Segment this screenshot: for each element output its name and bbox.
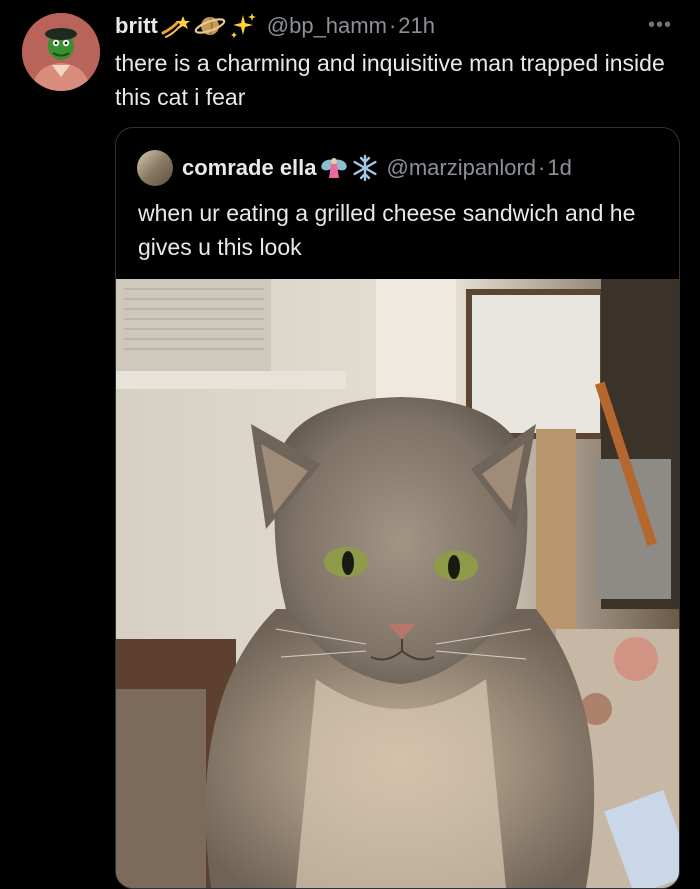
quoted-author-avatar [137, 150, 173, 186]
quoted-tweet-header: comrade ella @marzipanlord · 1d [137, 148, 572, 188]
quoted-tweet[interactable]: comrade ella @marzipanlord · 1d when ur … [115, 127, 680, 889]
saturn-icon [194, 12, 226, 40]
more-options-icon[interactable]: ••• [648, 14, 672, 37]
quoted-author-name: comrade ella [182, 155, 317, 180]
tweet-text: there is a charming and inquisitive man … [115, 50, 665, 110]
cat-photo[interactable] [116, 279, 679, 888]
sparkles-icon [229, 12, 257, 40]
quoted-time-separator: · [538, 155, 546, 180]
author-name[interactable]: britt [115, 13, 158, 39]
time-separator: · [388, 13, 397, 38]
snowflake-icon [351, 154, 379, 182]
tweet-time[interactable]: 21h [398, 13, 435, 39]
tweet-header: britt @bp_hamm · 21h [115, 8, 435, 44]
shooting-star-icon [161, 13, 191, 39]
author-handle[interactable]: @bp_hamm [267, 13, 387, 39]
author-avatar[interactable] [22, 13, 100, 91]
quoted-tweet-time: 1d [547, 155, 572, 180]
quoted-tweet-text: when ur eating a grilled cheese sandwich… [138, 200, 636, 260]
quoted-author-handle: @marzipanlord [386, 155, 537, 180]
fairy-icon [320, 154, 348, 182]
